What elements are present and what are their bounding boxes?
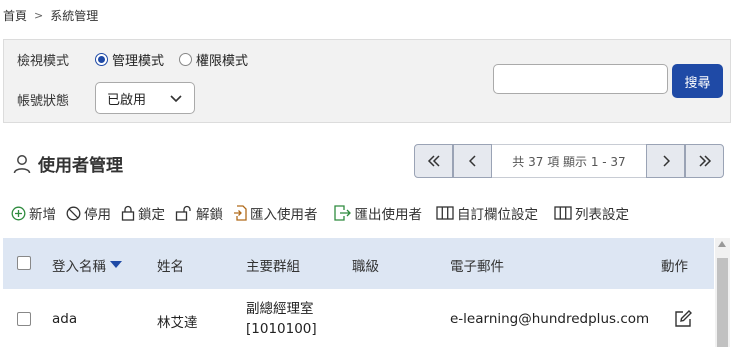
last-page-button[interactable] — [685, 144, 724, 178]
chevron-down-icon — [170, 95, 182, 103]
radio-permission-mode[interactable]: 權限模式 — [179, 50, 248, 69]
view-mode-label: 檢視模式 — [17, 54, 70, 69]
cell-login: ada — [52, 311, 78, 327]
edit-icon — [675, 310, 692, 327]
edit-button[interactable] — [674, 309, 693, 332]
chevron-left-icon — [468, 155, 476, 167]
unlock-button[interactable]: 解鎖 — [175, 203, 223, 223]
breadcrumb-home[interactable]: 首頁 — [3, 7, 27, 24]
column-header-rank: 職級 — [352, 259, 379, 275]
chevron-right-icon — [662, 155, 670, 167]
cell-email: e-learning@hundredplus.com — [450, 311, 650, 327]
double-chevron-left-icon — [427, 155, 440, 167]
column-header-action: 動作 — [661, 259, 688, 275]
radio-unchecked-icon — [179, 53, 192, 66]
column-header-name: 姓名 — [157, 259, 184, 275]
cell-name: 林艾達 — [157, 315, 198, 331]
prev-page-button[interactable] — [453, 144, 492, 178]
import-icon — [234, 205, 247, 221]
radio-checked-icon — [95, 53, 108, 66]
cell-group: 副總經理室 [1010100] — [246, 301, 317, 337]
toolbar: 新增 停用 鎖定 解鎖 匯入使用者 匯出使用者 自訂欄位設定 列表設定 — [11, 203, 639, 223]
first-page-button[interactable] — [414, 144, 453, 178]
chevron-right-icon: > — [34, 9, 44, 22]
user-icon — [13, 154, 31, 173]
search-button[interactable]: 搜尋 — [672, 64, 723, 98]
search-input[interactable] — [493, 64, 668, 94]
ban-icon — [66, 206, 81, 220]
users-table: 登入名稱 姓名 主要群組 職級 電子郵件 動作 ada 林艾達 副總經理室 [1… — [3, 238, 714, 347]
export-users-button[interactable]: 匯出使用者 — [333, 203, 422, 223]
radio-management-mode[interactable]: 管理模式 — [95, 50, 164, 69]
vertical-scrollbar[interactable] — [715, 238, 730, 347]
disable-button[interactable]: 停用 — [66, 203, 111, 223]
breadcrumb-current: 系統管理 — [50, 9, 99, 23]
breadcrumb: 首頁 > 系統管理 — [3, 7, 98, 24]
columns-icon — [436, 206, 454, 220]
next-page-button[interactable] — [646, 144, 685, 178]
lock-icon — [121, 205, 135, 221]
add-button[interactable]: 新增 — [11, 203, 56, 223]
scrollbar-thumb[interactable] — [717, 258, 728, 347]
account-status-select[interactable]: 已啟用 — [95, 82, 195, 114]
table-row[interactable]: ada 林艾達 副總經理室 [1010100] e-learning@hundr… — [3, 289, 714, 347]
table-header: 登入名稱 姓名 主要群組 職級 電子郵件 動作 — [3, 238, 714, 289]
column-header-login[interactable]: 登入名稱 — [52, 255, 122, 275]
pager-info: 共 37 項 顯示 1 - 37 — [492, 144, 646, 178]
import-users-button[interactable]: 匯入使用者 — [233, 203, 318, 223]
unlock-icon — [175, 205, 191, 221]
lock-button[interactable]: 鎖定 — [121, 203, 165, 223]
column-header-email: 電子郵件 — [450, 259, 504, 275]
custom-fields-button[interactable]: 自訂欄位設定 — [436, 203, 538, 223]
double-chevron-right-icon — [698, 155, 711, 167]
sort-desc-icon — [110, 261, 122, 268]
export-icon — [333, 205, 351, 221]
columns-icon — [554, 206, 572, 220]
page-title: 使用者管理 — [13, 151, 123, 176]
select-all-checkbox[interactable] — [17, 256, 31, 270]
account-status-label: 帳號狀態 — [17, 94, 70, 109]
row-checkbox[interactable] — [17, 312, 31, 326]
list-settings-button[interactable]: 列表設定 — [554, 203, 629, 223]
column-header-group: 主要群組 — [246, 259, 300, 275]
scroll-up-icon[interactable] — [718, 241, 726, 247]
pager: 共 37 項 顯示 1 - 37 — [414, 144, 724, 178]
add-circle-icon — [11, 206, 26, 220]
